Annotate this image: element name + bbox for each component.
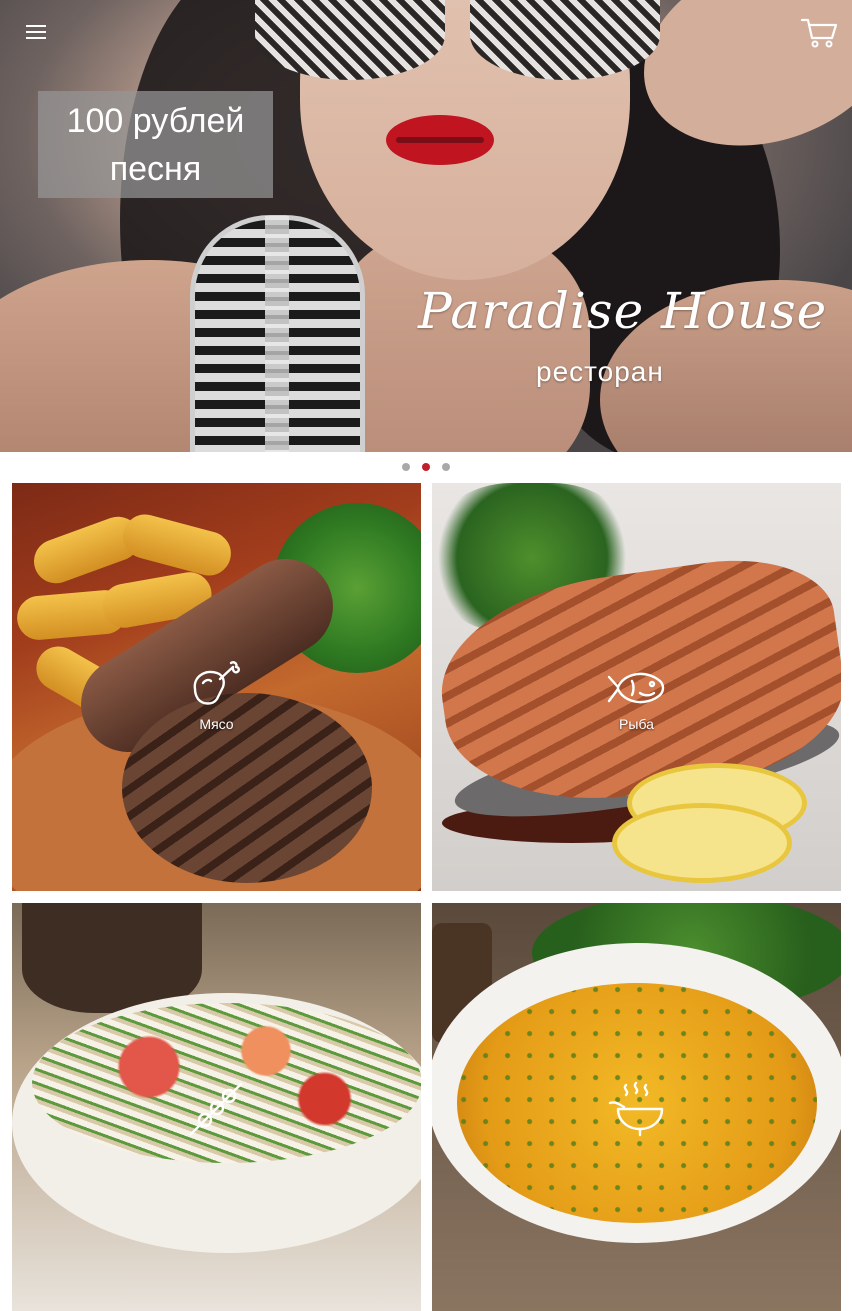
promo-line-1: 100 рублей [66, 101, 245, 140]
skewer-icon [189, 1082, 243, 1136]
chicken-leg-icon [193, 661, 240, 705]
microphone-image [190, 215, 365, 452]
tile-photo-lemon [612, 803, 792, 883]
category-tile-meat[interactable]: Мясо [12, 483, 421, 891]
promo-line-2: песня [109, 149, 202, 188]
tile-photo-fry [118, 509, 236, 581]
brand-name: Paradise House [418, 282, 828, 340]
category-label-meat: Мясо [199, 716, 234, 732]
fish-icon [607, 672, 665, 704]
brand-subtitle: ресторан [536, 356, 664, 387]
menu-bar [26, 37, 46, 39]
category-tile-skewers[interactable] [12, 903, 421, 1311]
pan-icon [608, 1081, 664, 1137]
category-tile-fish[interactable]: Рыба [432, 483, 841, 891]
category-tile-soup[interactable] [432, 903, 841, 1311]
carousel-pagination [0, 463, 852, 473]
banner-photo-lips [386, 115, 494, 165]
menu-bar [26, 31, 46, 33]
promo-box: 100 рублей песня [38, 91, 273, 198]
category-label-fish: Рыба [619, 716, 654, 732]
carousel-dot-3[interactable] [442, 463, 450, 471]
carousel-dot-2[interactable] [422, 463, 430, 471]
carousel-dot-1[interactable] [402, 463, 410, 471]
shopping-cart-icon[interactable] [800, 16, 840, 50]
menu-bar [26, 25, 46, 27]
hero-banner[interactable]: 100 рублей песня Paradise House ресторан [0, 0, 852, 452]
cart-glyph [800, 18, 838, 48]
hamburger-menu-icon[interactable] [20, 18, 52, 46]
